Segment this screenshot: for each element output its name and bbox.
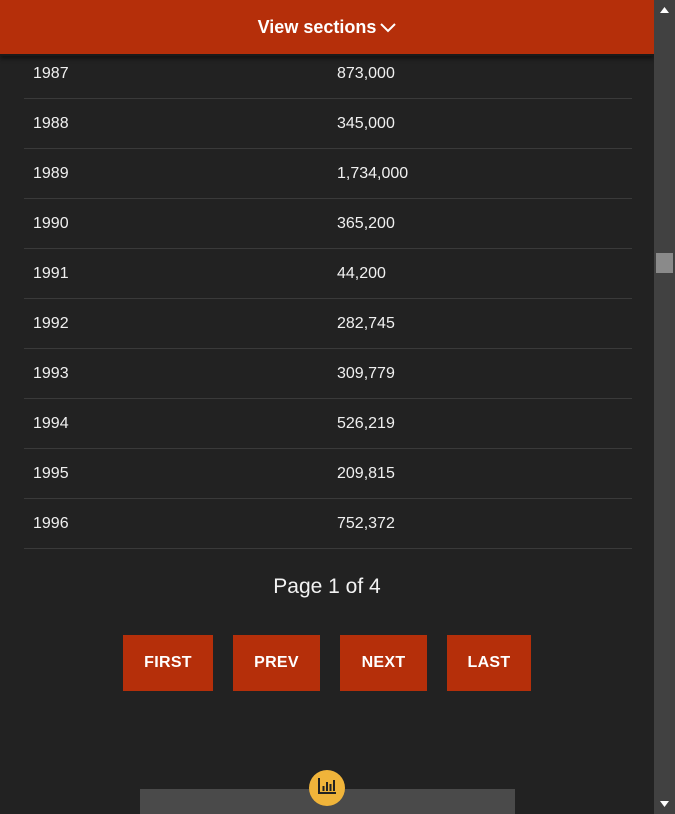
data-table: 1987 873,000 1988 345,000 1989 1,734,000… [24, 49, 632, 549]
value-cell: 44,200 [337, 264, 386, 282]
table-row: 1989 1,734,000 [24, 149, 632, 199]
view-sections-label: View sections [257, 16, 377, 37]
value-cell: 752,372 [337, 514, 395, 532]
year-cell: 1994 [33, 414, 69, 432]
scrollbar-thumb[interactable] [656, 253, 673, 273]
scroll-up-arrow-icon[interactable] [654, 0, 675, 20]
table-row: 1996 752,372 [24, 499, 632, 549]
table-row: 1993 309,779 [24, 349, 632, 399]
value-cell: 873,000 [337, 64, 395, 82]
bar-chart-icon [317, 777, 337, 800]
year-cell: 1990 [33, 214, 69, 232]
year-cell: 1995 [33, 464, 69, 482]
value-cell: 1,734,000 [337, 164, 409, 182]
value-cell: 526,219 [337, 414, 395, 432]
year-cell: 1989 [33, 164, 69, 182]
scrollbar[interactable] [654, 0, 675, 814]
table-row: 1987 873,000 [24, 49, 632, 99]
top-bar: View sections [0, 0, 654, 56]
table-row: 1995 209,815 [24, 449, 632, 499]
value-cell: 282,745 [337, 314, 395, 332]
year-cell: 1991 [33, 264, 69, 282]
year-cell: 1996 [33, 514, 69, 532]
chevron-down-icon [380, 17, 397, 38]
year-cell: 1993 [33, 364, 69, 382]
value-cell: 209,815 [337, 464, 395, 482]
table-row: 1991 44,200 [24, 249, 632, 299]
next-page-button[interactable]: NEXT [340, 635, 427, 691]
prev-page-button[interactable]: PREV [233, 635, 320, 691]
first-page-button[interactable]: FIRST [123, 635, 213, 691]
chart-button[interactable] [309, 770, 345, 806]
value-cell: 345,000 [337, 114, 395, 132]
page-indicator: Page 1 of 4 [273, 575, 381, 598]
pagination-controls: FIRST PREV NEXT LAST [0, 635, 654, 691]
last-page-button[interactable]: LAST [447, 635, 531, 691]
value-cell: 309,779 [337, 364, 395, 382]
table-row: 1992 282,745 [24, 299, 632, 349]
year-cell: 1988 [33, 114, 69, 132]
view-sections-button[interactable]: View sections [258, 17, 397, 38]
scroll-down-arrow-icon[interactable] [654, 794, 675, 814]
table-row: 1988 345,000 [24, 99, 632, 149]
page: View sections 1987 873,000 1988 345,000 … [0, 0, 654, 814]
value-cell: 365,200 [337, 214, 395, 232]
year-cell: 1992 [33, 314, 69, 332]
year-cell: 1987 [33, 64, 69, 82]
table-row: 1994 526,219 [24, 399, 632, 449]
table-row: 1990 365,200 [24, 199, 632, 249]
